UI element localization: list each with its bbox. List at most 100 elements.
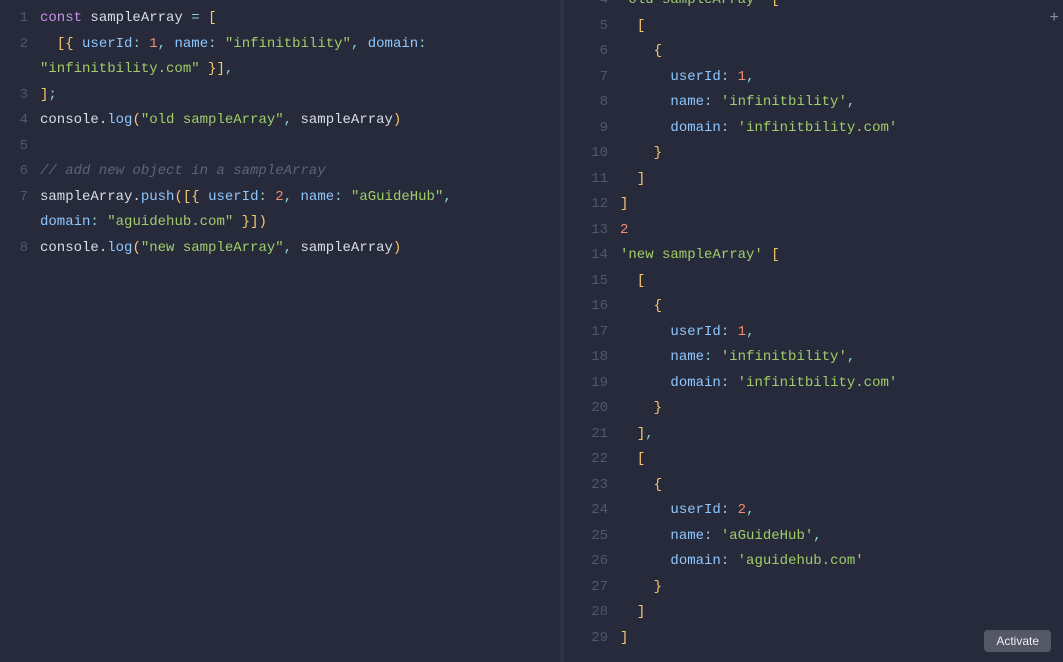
code-content: userId: 1,: [620, 65, 1063, 91]
token-str: "infinitbility": [225, 36, 351, 52]
code-content: }: [620, 575, 1063, 601]
token-pun: [292, 189, 300, 205]
token-call: log: [107, 112, 132, 128]
token-pun: [729, 502, 737, 518]
code-line[interactable]: 1const sampleArray = [: [0, 6, 560, 32]
line-number: 6: [564, 39, 620, 65]
add-tab-icon[interactable]: +: [1049, 10, 1059, 26]
code-line[interactable]: 21 ],: [564, 422, 1063, 448]
code-line[interactable]: 14'new sampleArray' [: [564, 243, 1063, 269]
code-line[interactable]: 19 domain: 'infinitbility.com': [564, 371, 1063, 397]
token-op: :: [721, 324, 729, 340]
code-line[interactable]: 17 userId: 1,: [564, 320, 1063, 346]
token-str: "new sampleArray": [141, 240, 284, 256]
code-line[interactable]: 5: [0, 134, 560, 160]
token-op: ,: [746, 324, 754, 340]
code-line[interactable]: 4console.log("old sampleArray", sampleAr…: [0, 108, 560, 134]
token-pun: [200, 61, 208, 77]
code-content: {: [620, 39, 1063, 65]
token-num: 2: [275, 189, 283, 205]
code-line[interactable]: 7sampleArray.push([{ userId: 2, name: "a…: [0, 185, 560, 211]
token-op: ,: [284, 112, 292, 128]
code-line[interactable]: 6 {: [564, 39, 1063, 65]
token-pun: [620, 579, 654, 595]
code-line[interactable]: 2 [{ userId: 1, name: "infinitbility", d…: [0, 32, 560, 58]
token-prop: domain: [670, 553, 720, 569]
code-line[interactable]: 25 name: 'aGuideHub',: [564, 524, 1063, 550]
code-line[interactable]: 10 }: [564, 141, 1063, 167]
code-line[interactable]: 26 domain: 'aguidehub.com': [564, 549, 1063, 575]
code-line[interactable]: 16 {: [564, 294, 1063, 320]
line-number: 7: [564, 65, 620, 91]
token-pun: [620, 145, 654, 161]
token-prop: name: [301, 189, 335, 205]
token-br: }: [654, 579, 662, 595]
token-pun: [620, 120, 670, 136]
token-op: :: [132, 36, 140, 52]
code-line[interactable]: 9 domain: 'infinitbility.com': [564, 116, 1063, 142]
token-prop: domain: [368, 36, 418, 52]
code-line[interactable]: 24 userId: 2,: [564, 498, 1063, 524]
code-line[interactable]: 8 name: 'infinitbility',: [564, 90, 1063, 116]
code-line[interactable]: 12]: [564, 192, 1063, 218]
token-prop: domain: [40, 214, 90, 230]
token-br: }: [654, 145, 662, 161]
code-content: domain: 'infinitbility.com': [620, 371, 1063, 397]
console-pane[interactable]: 4'old sampleArray' [5 [6 {7 userId: 1,8 …: [564, 0, 1063, 662]
token-op: ,: [225, 61, 233, 77]
token-br: [: [637, 273, 645, 289]
code-line[interactable]: 5 [: [564, 14, 1063, 40]
line-number: 5: [0, 134, 40, 160]
token-pun: [729, 120, 737, 136]
code-line[interactable]: 4'old sampleArray' [: [564, 0, 1063, 14]
token-br: {: [654, 43, 662, 59]
code-content: name: 'infinitbility',: [620, 345, 1063, 371]
token-br: {: [654, 298, 662, 314]
line-number: 12: [564, 192, 620, 218]
token-op: :: [721, 502, 729, 518]
code-line[interactable]: 28 ]: [564, 600, 1063, 626]
code-line[interactable]: 11 ]: [564, 167, 1063, 193]
editor-pane[interactable]: 1const sampleArray = [2 [{ userId: 1, na…: [0, 0, 560, 662]
token-num: 2: [620, 222, 628, 238]
code-line-wrap[interactable]: domain: "aguidehub.com" }]): [0, 210, 560, 236]
code-content: ]: [620, 167, 1063, 193]
token-var: sampleArray: [90, 10, 182, 26]
code-line[interactable]: 132: [564, 218, 1063, 244]
token-op: ,: [284, 189, 292, 205]
token-pun: [729, 324, 737, 340]
token-pun: [620, 604, 637, 620]
line-number: 19: [564, 371, 620, 397]
token-pun: [712, 528, 720, 544]
code-line[interactable]: 23 {: [564, 473, 1063, 499]
token-pun: [620, 451, 637, 467]
code-line[interactable]: 8console.log("new sampleArray", sampleAr…: [0, 236, 560, 262]
token-var: sampleArray: [300, 240, 392, 256]
code-line[interactable]: 15 [: [564, 269, 1063, 295]
code-line[interactable]: 7 userId: 1,: [564, 65, 1063, 91]
token-br: [: [771, 247, 779, 263]
token-com: // add new object in a sampleArray: [40, 163, 326, 179]
token-prop: name: [174, 36, 208, 52]
code-line[interactable]: 18 name: 'infinitbility',: [564, 345, 1063, 371]
code-line[interactable]: 3];: [0, 83, 560, 109]
token-pun: [620, 528, 670, 544]
token-pun: [729, 375, 737, 391]
code-line[interactable]: 6// add new object in a sampleArray: [0, 159, 560, 185]
code-content: 'old sampleArray' [: [620, 0, 1063, 14]
token-op: ,: [746, 502, 754, 518]
token-br: ): [393, 240, 401, 256]
token-op: :: [721, 375, 729, 391]
token-num: 1: [149, 36, 157, 52]
token-var: sampleArray: [40, 189, 132, 205]
activate-button[interactable]: Activate: [984, 630, 1051, 652]
code-line-wrap[interactable]: "infinitbility.com" }],: [0, 57, 560, 83]
code-line[interactable]: 20 }: [564, 396, 1063, 422]
code-line[interactable]: 22 [: [564, 447, 1063, 473]
code-line[interactable]: 27 }: [564, 575, 1063, 601]
token-br: [: [771, 0, 779, 8]
token-str: 'infinitbility.com': [738, 375, 898, 391]
line-number: 14: [564, 243, 620, 269]
line-number: 5: [564, 14, 620, 40]
token-str: "old sampleArray": [141, 112, 284, 128]
